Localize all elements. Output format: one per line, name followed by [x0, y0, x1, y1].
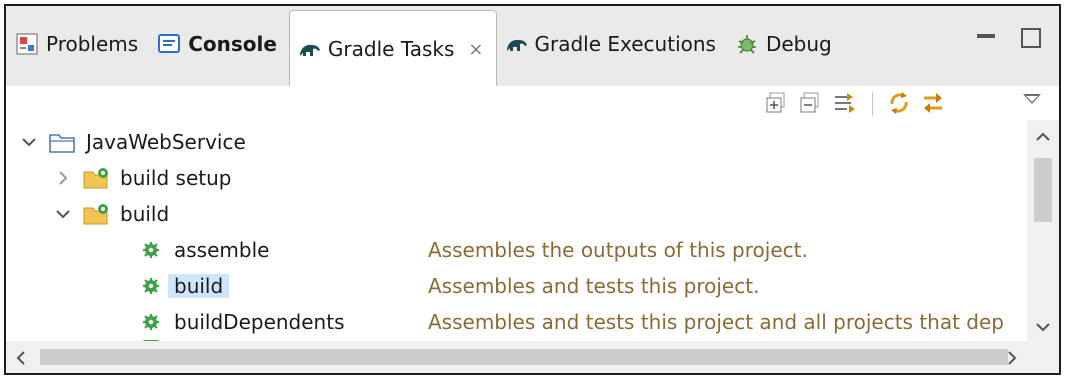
gradle-elephant-icon — [298, 38, 320, 60]
tab-label: Console — [188, 32, 277, 56]
task-gear-icon — [143, 242, 159, 258]
toggle-tasks-icon[interactable] — [920, 90, 946, 116]
group-label: build setup — [120, 166, 232, 190]
task-description: Assembles and tests this project. — [428, 274, 760, 298]
tree-group-row[interactable]: build — [54, 196, 169, 232]
tab-label: Problems — [46, 32, 139, 56]
expand-all-icon[interactable] — [764, 90, 790, 116]
console-icon — [158, 33, 181, 55]
task-label: buildDependents — [174, 310, 345, 334]
tree-task-row[interactable]: assemble — [142, 232, 269, 268]
scroll-up-icon[interactable] — [1035, 130, 1051, 142]
maximize-icon[interactable] — [1021, 28, 1041, 48]
task-gear-icon — [143, 314, 159, 330]
tab-console[interactable]: Console — [150, 6, 289, 82]
scroll-right-icon[interactable] — [1007, 350, 1019, 366]
vertical-scrollbar[interactable] — [1027, 120, 1059, 346]
task-folder-icon — [83, 168, 108, 189]
tab-label: Debug — [765, 32, 832, 56]
project-folder-icon — [49, 134, 75, 153]
tab-debug[interactable]: Debug — [728, 6, 844, 82]
close-icon[interactable]: × — [468, 39, 483, 60]
tree-project-row[interactable]: JavaWebService — [20, 124, 246, 160]
chevron-down-icon[interactable] — [20, 133, 38, 151]
view-menu-icon[interactable] — [1023, 94, 1041, 104]
horizontal-scroll-thumb[interactable] — [40, 349, 1008, 365]
scroll-down-icon[interactable] — [1035, 322, 1051, 334]
task-folder-icon — [83, 204, 108, 225]
gradle-elephant-icon — [505, 33, 527, 55]
task-description: Assembles the outputs of this project. — [428, 238, 808, 262]
tree-group-row[interactable]: build setup — [54, 160, 231, 196]
collapse-all-icon[interactable] — [798, 90, 824, 116]
minimize-icon[interactable] — [977, 34, 995, 38]
tree-task-row[interactable]: buildDependents — [142, 304, 345, 340]
tab-problems[interactable]: Problems — [6, 6, 150, 82]
chevron-down-icon[interactable] — [54, 205, 72, 223]
refresh-tasks-icon[interactable] — [886, 90, 912, 116]
task-description: Assembles and tests this project and all… — [428, 310, 1005, 334]
chevron-right-icon[interactable] — [54, 169, 72, 187]
tree-task-row[interactable]: build — [142, 268, 230, 304]
toolbar-separator — [872, 92, 873, 116]
tab-label: Gradle Tasks — [327, 37, 455, 61]
task-label-selected: build — [168, 274, 230, 298]
tab-bar: Problems Console Gradle Tasks × Gradle E… — [6, 6, 1059, 87]
project-name: JavaWebService — [86, 130, 246, 154]
scroll-left-icon[interactable] — [14, 350, 26, 366]
task-gear-icon — [143, 278, 159, 294]
task-tree: JavaWebService build setup build assembl… — [6, 120, 1026, 346]
tab-gradle-tasks[interactable]: Gradle Tasks × — [288, 10, 497, 87]
task-label: assemble — [174, 238, 270, 262]
tab-label: Gradle Executions — [534, 32, 716, 56]
gradle-tasks-view: Problems Console Gradle Tasks × Gradle E… — [4, 4, 1061, 375]
link-with-selection-icon[interactable] — [832, 90, 858, 116]
group-label: build — [120, 202, 170, 226]
debug-icon — [736, 33, 758, 55]
scrollbar-corner — [1027, 341, 1059, 373]
vertical-scroll-thumb[interactable] — [1034, 158, 1052, 222]
horizontal-scrollbar[interactable] — [6, 341, 1027, 373]
problems-icon — [16, 33, 38, 55]
tab-gradle-executions[interactable]: Gradle Executions — [497, 6, 728, 82]
